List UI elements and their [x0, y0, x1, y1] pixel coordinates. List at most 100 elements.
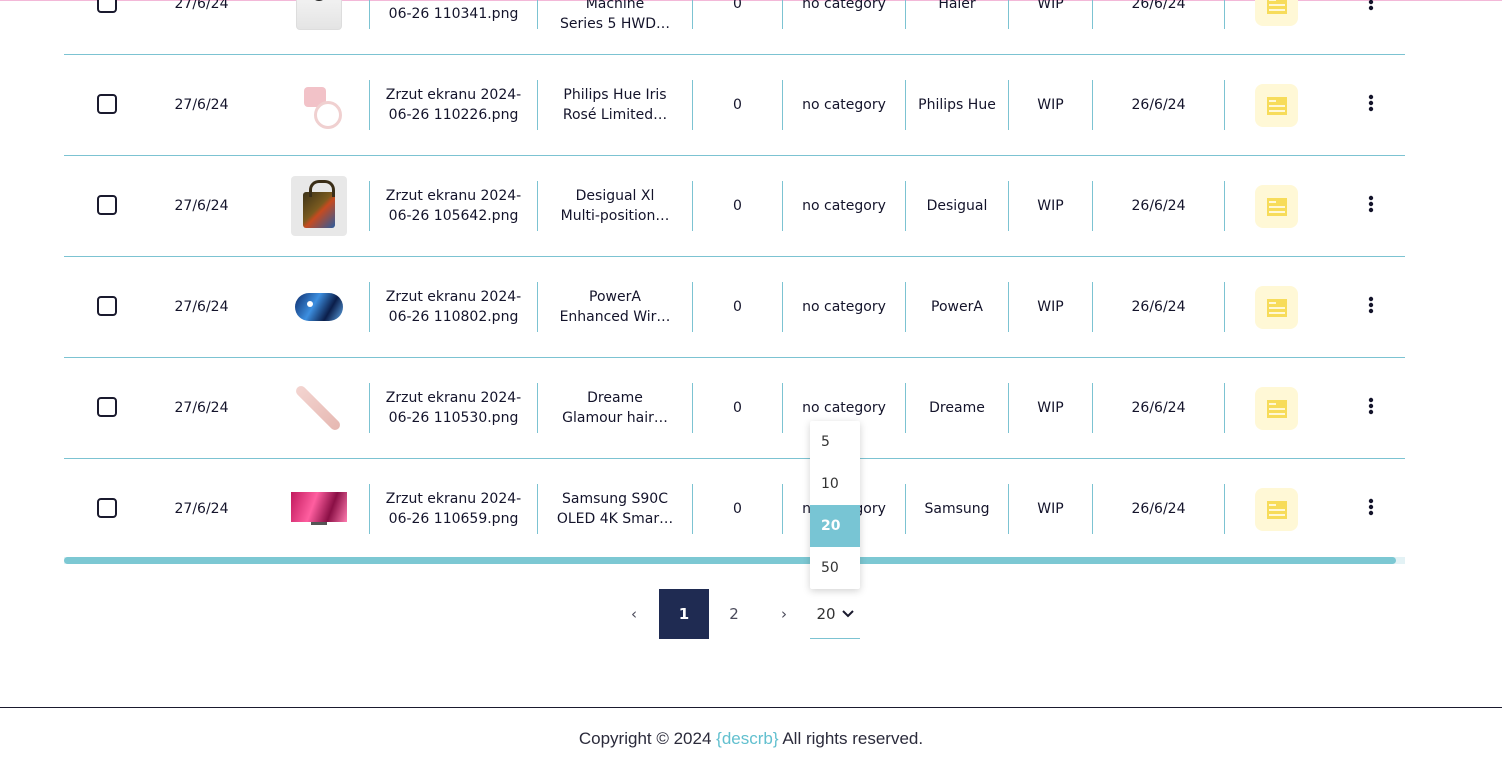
- page-size-option-20[interactable]: 20: [810, 505, 860, 547]
- scrollbar-thumb[interactable]: [64, 557, 1396, 564]
- notes-button[interactable]: [1255, 185, 1298, 228]
- status-cell: WIP: [1037, 501, 1064, 517]
- category-cell: no category: [802, 299, 886, 315]
- product-thumbnail[interactable]: [290, 0, 348, 34]
- notes-button[interactable]: [1255, 387, 1298, 430]
- notes-button[interactable]: [1255, 286, 1298, 329]
- updated-date-cell: 26/6/24: [1131, 0, 1186, 12]
- count-cell: 0: [733, 501, 742, 517]
- status-cell: WIP: [1037, 299, 1064, 315]
- count-cell: 0: [733, 198, 742, 214]
- table-row: 27/6/24 Zrzut ekranu 2024- 06-26 105642.pn…: [64, 156, 1405, 257]
- column-divider: [1224, 181, 1225, 231]
- product-name-cell: PowerA Enhanced Wir…: [538, 282, 692, 332]
- status-cell: WIP: [1037, 97, 1064, 113]
- column-divider: [1224, 383, 1225, 433]
- updated-date-cell: 26/6/24: [1131, 97, 1186, 113]
- page-size-select[interactable]: 20: [810, 589, 860, 639]
- product-thumbnail[interactable]: [290, 75, 348, 135]
- filename-cell: Zrzut ekranu 2024- 06-26 110226.png: [370, 80, 537, 130]
- notes-button[interactable]: [1255, 488, 1298, 531]
- row-actions-button[interactable]: [1358, 393, 1384, 419]
- row-actions-button[interactable]: [1358, 90, 1384, 116]
- date-cell: 27/6/24: [174, 198, 229, 214]
- notes-button[interactable]: [1255, 84, 1298, 127]
- row-checkbox[interactable]: [97, 498, 117, 518]
- chevron-down-icon: [841, 609, 854, 617]
- product-name-line-2: Enhanced Wir…: [559, 309, 671, 325]
- count-cell: 0: [733, 299, 742, 315]
- prev-page-button[interactable]: ‹: [609, 589, 659, 639]
- next-page-button[interactable]: ›: [759, 589, 809, 639]
- updated-date-cell: 26/6/24: [1131, 198, 1186, 214]
- row-checkbox[interactable]: [97, 195, 117, 215]
- filename-line-1: Zrzut ekranu 2024-: [385, 188, 522, 204]
- row-checkbox[interactable]: [97, 0, 117, 13]
- status-cell: WIP: [1037, 198, 1064, 214]
- product-name-line-2: Series 5 HWD…: [559, 16, 670, 32]
- column-divider: [1224, 484, 1225, 534]
- footer: Copyright © 2024 {descrb} All rights res…: [0, 729, 1502, 749]
- product-name-line-1: PowerA: [589, 289, 641, 305]
- row-checkbox[interactable]: [97, 94, 117, 114]
- product-name-cell: Haier Washing Machine Series 5 HWD…: [538, 0, 692, 32]
- page-1-button[interactable]: 1: [659, 589, 709, 639]
- status-cell: WIP: [1037, 400, 1064, 416]
- filename-cell: Zrzut ekranu 2024- 06-26 105642.png: [370, 181, 537, 231]
- product-name-line-2: Glamour hair…: [562, 410, 668, 426]
- filename-line-2: 06-26 110341.png: [388, 6, 519, 22]
- notes-icon: [1266, 0, 1287, 14]
- product-thumbnail[interactable]: [290, 277, 348, 337]
- row-checkbox[interactable]: [97, 296, 117, 316]
- notes-icon: [1266, 298, 1287, 317]
- row-checkbox[interactable]: [97, 397, 117, 417]
- filename-line-1: Zrzut ekranu 2024-: [385, 390, 522, 406]
- brand-cell: PowerA: [931, 299, 983, 315]
- date-cell: 27/6/24: [174, 299, 229, 315]
- page-size-option-50[interactable]: 50: [810, 547, 860, 589]
- product-name-line-1: Haier Washing Machine: [585, 0, 645, 12]
- kebab-menu-icon: [1368, 195, 1374, 213]
- table-row: 27/6/24 Zrzut ekranu 2024- 06-26 110802.pn…: [64, 257, 1405, 358]
- brand-link[interactable]: {descrb}: [716, 729, 778, 748]
- row-actions-button[interactable]: [1358, 191, 1384, 217]
- product-name-line-1: Philips Hue Iris: [563, 87, 667, 103]
- count-cell: 0: [733, 97, 742, 113]
- category-cell: no category: [802, 0, 886, 12]
- column-divider: [1224, 282, 1225, 332]
- page-size-dropdown: 5 10 20 50: [810, 421, 860, 589]
- category-cell: no category: [802, 198, 886, 214]
- rights-text: All rights reserved.: [778, 729, 924, 748]
- kebab-menu-icon: [1368, 0, 1374, 11]
- product-name-cell: Desigual Xl Multi-position…: [538, 181, 692, 231]
- row-actions-button[interactable]: [1358, 0, 1384, 15]
- filename-line-2: 06-26 110226.png: [388, 107, 519, 123]
- product-thumbnail[interactable]: [290, 479, 348, 539]
- row-actions-button[interactable]: [1358, 494, 1384, 520]
- column-divider: [1224, 0, 1225, 29]
- table-row: 27/6/24 Zrzut ekranu 2024- 06-26 110659.pn…: [64, 459, 1405, 560]
- filename-line-2: 06-26 110659.png: [388, 511, 519, 527]
- filename-cell: Zrzut ekranu 2024- 06-26 110802.png: [370, 282, 537, 332]
- kebab-menu-icon: [1368, 296, 1374, 314]
- notes-icon: [1266, 96, 1287, 115]
- notes-button[interactable]: [1255, 0, 1298, 26]
- filename-cell: Zrzut ekranu 2024-06-26 110341.png: [370, 0, 537, 29]
- footer-divider: [0, 707, 1502, 708]
- filename-line-2: 06-26 105642.png: [388, 208, 519, 224]
- product-thumbnail[interactable]: [290, 378, 348, 438]
- count-cell: 0: [733, 400, 742, 416]
- horizontal-scrollbar[interactable]: [64, 557, 1405, 564]
- row-actions-button[interactable]: [1358, 292, 1384, 318]
- brand-cell: Philips Hue: [918, 97, 996, 113]
- product-name-line-1: Dreame: [587, 390, 643, 406]
- page-2-button[interactable]: 2: [709, 589, 759, 639]
- page-size-option-5[interactable]: 5: [810, 421, 860, 463]
- product-thumbnail[interactable]: [290, 176, 348, 236]
- filename-cell: Zrzut ekranu 2024- 06-26 110659.png: [370, 484, 537, 534]
- brand-cell: Desigual: [926, 198, 988, 214]
- product-name-line-1: Desigual Xl: [575, 188, 655, 204]
- table-row: 27/6/24 Zrzut ekranu 2024- 06-26 110530.pn…: [64, 358, 1405, 459]
- page-size-option-10[interactable]: 10: [810, 463, 860, 505]
- count-cell: 0: [733, 0, 742, 12]
